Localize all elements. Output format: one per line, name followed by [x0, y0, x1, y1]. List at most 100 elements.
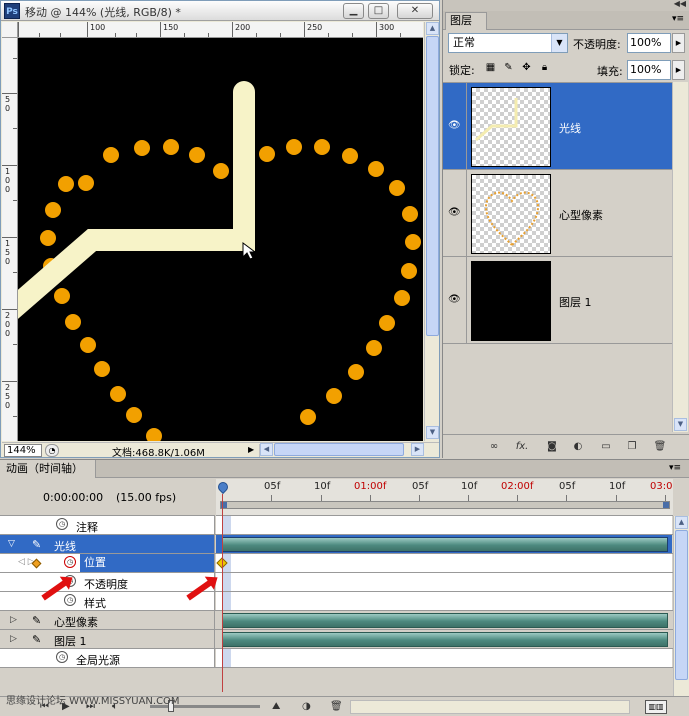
scroll-down-arrow-icon[interactable]: ▼	[674, 418, 687, 431]
tab-animation[interactable]: 动画（时间轴）	[0, 460, 96, 478]
lock-transparency-icon[interactable]: ▦	[484, 61, 497, 74]
track-layer-heart[interactable]: ▷ ✎ 心型像素	[0, 611, 673, 630]
scroll-down-arrow-icon[interactable]: ▼	[426, 426, 439, 439]
track-layer-light[interactable]: ▽ ✎ 光线	[0, 535, 673, 554]
eye-icon[interactable]: 👁︎	[448, 120, 461, 131]
new-group-folder-icon[interactable]: ▭	[599, 441, 613, 453]
horizontal-ruler[interactable]: 100 150 200 250 300	[18, 22, 423, 38]
canvas-horizontal-scrollbar[interactable]: ◀ ▶	[259, 443, 425, 457]
layer-name[interactable]: 图层 1	[559, 294, 592, 310]
work-area-end-handle[interactable]	[663, 502, 669, 508]
track-lane[interactable]	[216, 611, 672, 629]
scroll-up-arrow-icon[interactable]: ▲	[426, 22, 439, 35]
visibility-toggle[interactable]: 👁︎	[445, 83, 467, 169]
link-layers-icon[interactable]: ∞	[487, 441, 501, 453]
add-mask-icon[interactable]: ◙	[545, 441, 559, 453]
layers-scrollbar[interactable]: ▼	[672, 82, 688, 432]
document-canvas[interactable]	[18, 38, 423, 441]
track-lane[interactable]	[216, 573, 672, 591]
layer-thumbnail	[471, 174, 551, 254]
timeline-label: 10f	[461, 481, 478, 492]
visibility-toggle[interactable]: 👁︎	[445, 257, 467, 343]
scroll-left-arrow-icon[interactable]: ◀	[260, 443, 273, 456]
trash-icon[interactable]: 🗑︎	[653, 441, 667, 453]
track-label: 位置	[80, 554, 214, 572]
track-layer-background[interactable]: ▷ ✎ 图层 1	[0, 630, 673, 649]
document-titlebar[interactable]: Ps 移动 @ 144% (光线, RGB/8) * ▁ □ ✕	[1, 1, 439, 21]
current-time[interactable]: 0:00:00:00	[43, 491, 103, 504]
panel-menu-icon[interactable]: ▾≡	[669, 463, 681, 473]
lock-position-move-icon[interactable]: ✥	[520, 61, 533, 74]
collapse-panel-icon[interactable]: ◀◀	[674, 0, 686, 8]
track-style[interactable]: ◷ 样式	[0, 592, 673, 611]
expand-triangle-icon[interactable]: ▽	[8, 539, 15, 549]
tab-layers[interactable]: 图层	[445, 12, 487, 30]
eye-icon[interactable]: 👁︎	[448, 207, 461, 218]
eye-icon[interactable]: 👁︎	[448, 294, 461, 305]
layer-row-heart[interactable]: 👁︎ 心型像素	[443, 170, 672, 257]
track-lane[interactable]	[216, 535, 672, 553]
layer-duration-bar[interactable]	[222, 613, 668, 628]
adjustment-layer-icon[interactable]: ◐	[571, 441, 585, 453]
scroll-up-arrow-icon[interactable]: ▲	[675, 516, 688, 529]
scroll-thumb[interactable]	[274, 443, 404, 456]
stopwatch-icon[interactable]: ◷	[64, 594, 76, 606]
layer-style-fx-icon[interactable]: fx.	[515, 441, 529, 453]
onion-skin-icon[interactable]: ◑	[302, 701, 311, 712]
new-layer-icon[interactable]: ❐	[625, 441, 639, 453]
stopwatch-icon[interactable]: ◷	[56, 518, 68, 530]
track-lane[interactable]	[216, 516, 672, 534]
vertical-ruler[interactable]: 5 0 1 0 0 1 5 0 2 0 0 2 5 0	[2, 38, 18, 441]
layer-row-background[interactable]: 👁︎ 图层 1	[443, 257, 672, 344]
zoom-in-mountain-icon[interactable]: ⛰	[272, 701, 280, 712]
track-global-light[interactable]: ◷ 全局光源	[0, 649, 673, 668]
timeline-label: 10f	[314, 481, 331, 492]
trash-icon[interactable]: 🗑︎	[330, 701, 343, 712]
lock-all-icon[interactable]: 🔒︎	[538, 61, 551, 74]
zoom-level-field[interactable]: 144%	[4, 444, 42, 457]
track-lane[interactable]	[216, 554, 672, 572]
track-comments[interactable]: ◷ 注释	[0, 516, 673, 535]
lock-image-brush-icon[interactable]: ✎	[502, 61, 515, 74]
scroll-right-arrow-icon[interactable]: ▶	[411, 443, 424, 456]
stopwatch-icon[interactable]: ◷	[64, 556, 76, 568]
fill-field[interactable]: 100%	[627, 60, 671, 80]
opacity-field[interactable]: 100%	[627, 33, 671, 53]
canvas-vertical-scrollbar[interactable]: ▲ ▼	[424, 22, 439, 441]
document-title: 移动 @ 144% (光线, RGB/8) *	[25, 6, 181, 19]
timeline-label: 01:00f	[354, 481, 387, 492]
fill-slider-arrow-icon[interactable]: ▶	[672, 60, 685, 80]
close-button[interactable]: ✕	[397, 3, 433, 19]
layer-row-light[interactable]: 👁︎ 光线	[443, 83, 672, 170]
maximize-button[interactable]: □	[368, 3, 389, 19]
blend-mode-select[interactable]: 正常 ▼	[448, 33, 568, 53]
stopwatch-icon[interactable]: ◷	[56, 651, 68, 663]
track-position[interactable]: ◁ ▷ ◷ 位置	[0, 554, 673, 573]
track-lane[interactable]	[216, 649, 672, 667]
visibility-toggle[interactable]: 👁︎	[445, 170, 467, 256]
layer-name[interactable]: 光线	[559, 120, 581, 136]
opacity-slider-arrow-icon[interactable]: ▶	[672, 33, 685, 53]
layer-duration-bar[interactable]	[222, 537, 668, 552]
layer-name[interactable]: 心型像素	[559, 207, 603, 223]
panel-menu-icon[interactable]: ▾≡	[672, 14, 684, 24]
timeline-scrollbar[interactable]: ▲	[673, 516, 689, 696]
expand-triangle-icon[interactable]: ▷	[10, 634, 17, 644]
scroll-thumb[interactable]	[675, 530, 688, 680]
ruler-origin[interactable]	[2, 22, 18, 38]
timeline-ruler[interactable]: 05f 10f 01:00f 05f 10f 02:00f 05f 10f 03…	[216, 479, 673, 516]
track-label: 样式	[84, 597, 106, 610]
layer-duration-bar[interactable]	[222, 632, 668, 647]
scroll-thumb[interactable]	[426, 36, 439, 336]
minimize-button[interactable]: ▁	[343, 3, 364, 19]
chevron-down-icon[interactable]: ▼	[551, 34, 567, 52]
timeline-horizontal-scrollbar[interactable]	[350, 700, 630, 714]
status-info-icon[interactable]: ◔	[45, 444, 59, 457]
expand-triangle-icon[interactable]: ▷	[10, 615, 17, 625]
status-menu-arrow-icon[interactable]: ▶	[248, 445, 254, 454]
track-lane[interactable]	[216, 592, 672, 610]
track-lane[interactable]	[216, 630, 672, 648]
convert-to-frames-icon[interactable]: ▥▥	[645, 700, 667, 714]
work-area-bar[interactable]	[220, 501, 670, 509]
track-opacity[interactable]: ◷ 不透明度	[0, 573, 673, 592]
